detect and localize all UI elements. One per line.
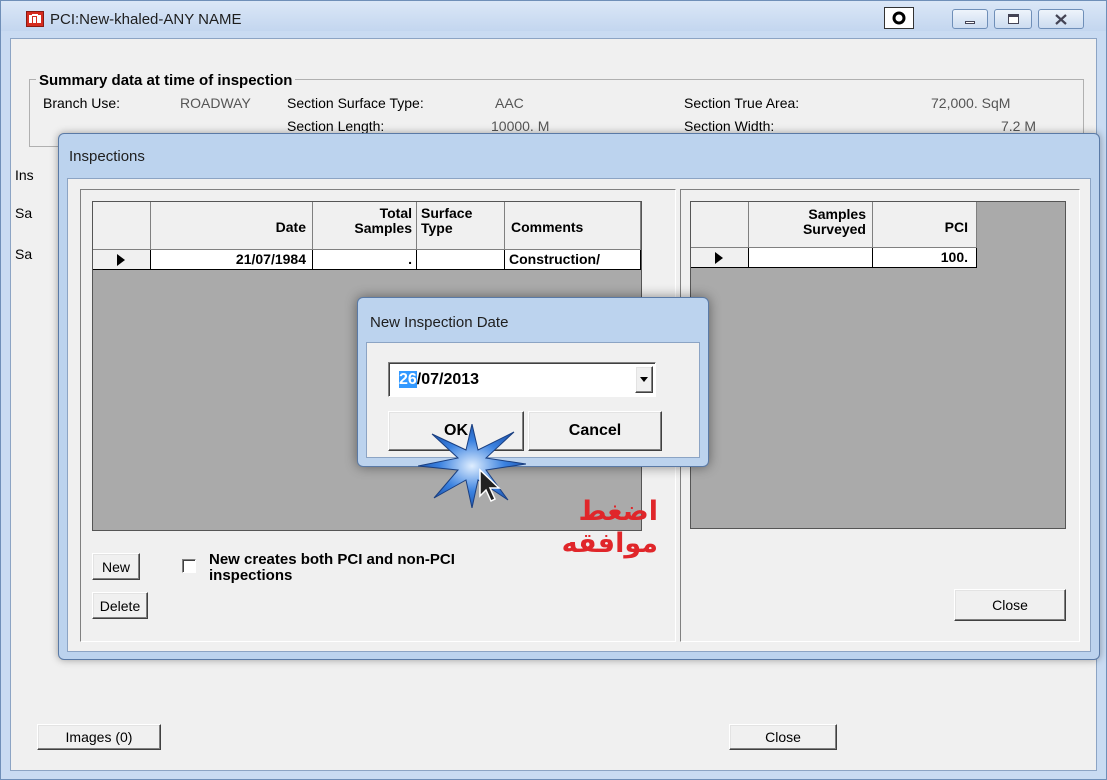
header-samples-label-2: Surveyed bbox=[802, 221, 866, 237]
date-day-selection: 26 bbox=[399, 371, 417, 388]
width-value: 7.2 M bbox=[1001, 118, 1037, 134]
chevron-down-icon[interactable] bbox=[635, 366, 653, 393]
row-total-samples-cell[interactable]: . bbox=[313, 250, 417, 270]
width-label: Section Width: bbox=[684, 118, 775, 134]
inspections-close-button[interactable]: Close bbox=[954, 589, 1066, 621]
header-total-label-1: Total bbox=[379, 205, 412, 221]
right-grid-corner bbox=[691, 202, 749, 248]
delete-button[interactable]: Delete bbox=[92, 592, 148, 619]
header-comments[interactable]: Comments bbox=[505, 202, 641, 250]
inspection-date-text[interactable]: 26/07/2013 bbox=[399, 371, 479, 389]
summary-legend: Summary data at time of inspection bbox=[36, 72, 296, 89]
date-rest: /07/2013 bbox=[416, 371, 480, 388]
left-label-ins: Ins bbox=[15, 167, 34, 183]
main-title-bar: PCI:New-khaled-ANY NAME bbox=[1, 1, 1106, 31]
header-pci-label: PCI bbox=[944, 219, 968, 235]
cancel-button[interactable]: Cancel bbox=[528, 411, 662, 451]
header-samples-surveyed[interactable]: Samples Surveyed bbox=[749, 202, 873, 248]
window-title: PCI:New-khaled-ANY NAME bbox=[50, 11, 242, 28]
header-total-samples[interactable]: Total Samples bbox=[313, 202, 417, 250]
row-date-cell[interactable]: 21/07/1984 bbox=[151, 250, 313, 270]
surface-type-label: Section Surface Type: bbox=[287, 95, 424, 111]
left-label-sa-2: Sa bbox=[15, 246, 33, 262]
header-date-label: Date bbox=[275, 219, 306, 235]
right-row-pci-cell[interactable]: 100. bbox=[873, 248, 977, 268]
true-area-label: Section True Area: bbox=[684, 95, 800, 111]
header-surface-type[interactable]: Surface Type bbox=[417, 202, 505, 250]
checkbox-label-line-1: New creates both PCI and non-PCI bbox=[209, 551, 455, 568]
right-row-samples-cell[interactable] bbox=[749, 248, 873, 268]
header-date[interactable]: Date bbox=[151, 202, 313, 250]
new-inspection-date-dialog: New Inspection Date 26/07/2013 OK Cancel bbox=[357, 297, 709, 467]
new-creates-both-checkbox[interactable] bbox=[182, 559, 196, 573]
row-selector[interactable] bbox=[93, 250, 151, 270]
inspections-title: Inspections bbox=[69, 148, 145, 165]
left-grid-corner bbox=[93, 202, 151, 250]
left-label-sa-1: Sa bbox=[15, 205, 33, 221]
new-date-client: 26/07/2013 OK Cancel bbox=[366, 342, 700, 458]
surface-type-value: AAC bbox=[495, 95, 524, 111]
header-pci[interactable]: PCI bbox=[873, 202, 977, 248]
checkbox-label-line-2: inspections bbox=[209, 567, 293, 584]
main-close-button[interactable]: Close bbox=[729, 724, 837, 750]
length-value: 10000. M bbox=[491, 118, 550, 134]
right-grid: Samples Surveyed PCI 100. bbox=[690, 201, 1066, 529]
maximize-icon[interactable] bbox=[994, 9, 1032, 29]
new-date-dialog-title: New Inspection Date bbox=[370, 314, 509, 331]
right-row-selector[interactable] bbox=[691, 248, 749, 268]
inspection-date-combo[interactable]: 26/07/2013 bbox=[388, 362, 656, 397]
row-comments-cell[interactable]: Construction/ bbox=[505, 250, 641, 270]
header-comments-label: Comments bbox=[511, 219, 584, 235]
branch-use-value: ROADWAY bbox=[180, 95, 251, 111]
header-surface-label-2: Type bbox=[421, 220, 453, 236]
minimize-icon[interactable] bbox=[952, 9, 988, 29]
header-samples-label-1: Samples bbox=[808, 206, 866, 222]
pavement-app-icon bbox=[26, 11, 44, 27]
true-area-value: 72,000. SqM bbox=[931, 95, 1011, 111]
header-total-label-2: Samples bbox=[354, 220, 412, 236]
close-icon[interactable] bbox=[1038, 9, 1084, 29]
row-surface-type-cell[interactable] bbox=[417, 250, 505, 270]
target-icon[interactable] bbox=[884, 7, 914, 29]
branch-use-label: Branch Use: bbox=[43, 95, 121, 111]
length-label: Section Length: bbox=[287, 118, 385, 134]
header-surface-label-1: Surface bbox=[421, 205, 473, 221]
new-button[interactable]: New bbox=[92, 553, 140, 580]
images-button[interactable]: Images (0) bbox=[37, 724, 161, 750]
arabic-instruction-text: اضغط موافقه bbox=[561, 496, 658, 559]
